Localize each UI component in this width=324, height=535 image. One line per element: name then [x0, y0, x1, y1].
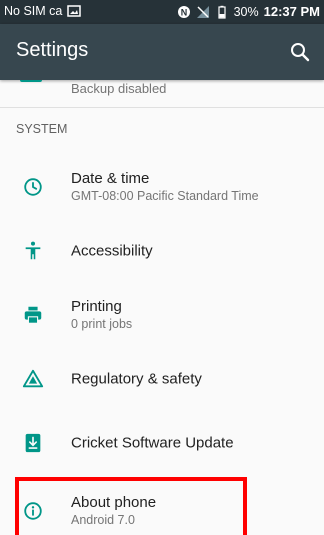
status-bar: No SIM ca N 30% 12:37 PM — [0, 0, 324, 24]
app-bar: Settings — [0, 24, 324, 80]
no-signal-icon — [196, 5, 209, 18]
settings-item-date-time[interactable]: Date & time GMT-08:00 Pacific Standard T… — [0, 155, 324, 219]
item-subtitle: 0 print jobs — [71, 317, 133, 331]
item-title: Printing — [71, 298, 122, 315]
item-title: Regulatory & safety — [71, 370, 202, 388]
section-header-system: SYSTEM — [16, 122, 68, 136]
settings-item-regulatory[interactable]: Regulatory & safety — [0, 347, 324, 411]
page-title: Settings — [16, 39, 89, 61]
download-icon — [25, 433, 41, 453]
settings-list[interactable]: Backup disabled SYSTEM Date & time GMT-0… — [0, 80, 324, 535]
carrier-text: No SIM ca — [4, 4, 63, 18]
battery-percent: 30% — [233, 4, 259, 19]
backup-subtitle: Backup disabled — [71, 81, 167, 96]
settings-item-accessibility[interactable]: Accessibility — [0, 219, 324, 283]
status-clock: 12:37 PM — [263, 4, 320, 19]
svg-text:N: N — [180, 7, 187, 17]
accessibility-icon — [25, 241, 41, 260]
item-title: Date & time — [71, 170, 150, 187]
divider — [0, 107, 324, 108]
item-title: Accessibility — [71, 242, 153, 260]
search-icon[interactable] — [288, 40, 312, 64]
item-title: Cricket Software Update — [71, 434, 234, 452]
regulatory-icon — [22, 369, 44, 388]
printer-icon — [24, 306, 42, 324]
battery-icon — [217, 5, 226, 19]
image-notification-icon — [67, 5, 82, 17]
backup-icon — [20, 80, 42, 82]
item-subtitle: GMT-08:00 Pacific Standard Time — [71, 189, 259, 203]
clock-icon — [24, 178, 42, 196]
highlight-box — [15, 477, 247, 535]
settings-item-software-update[interactable]: Cricket Software Update — [0, 411, 324, 475]
settings-item-printing[interactable]: Printing 0 print jobs — [0, 283, 324, 347]
nfc-icon: N — [177, 5, 190, 18]
